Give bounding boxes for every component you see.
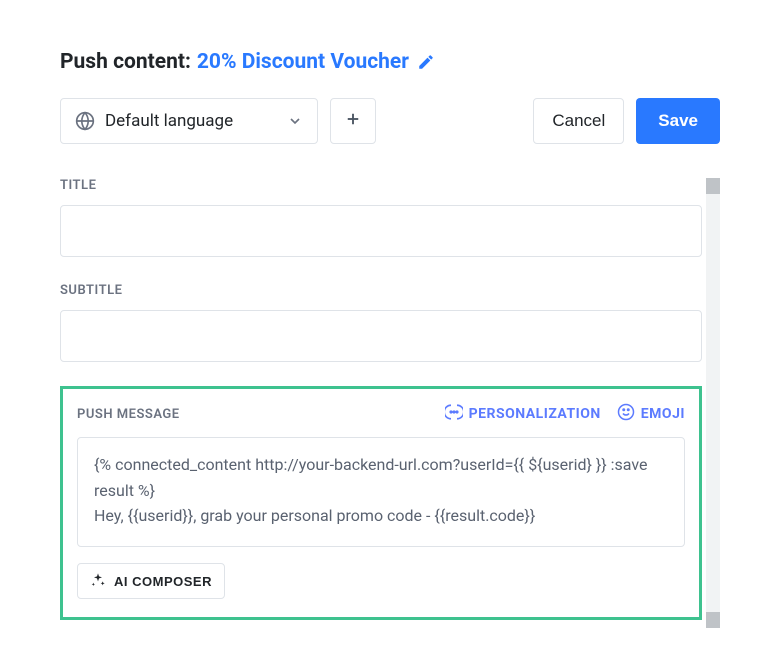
top-action-row: Default language Cancel Save	[60, 98, 720, 144]
emoji-icon	[617, 403, 635, 425]
subtitle-field-group: SUBTITLE	[60, 283, 702, 362]
globe-icon	[75, 111, 95, 131]
ai-composer-button[interactable]: AI COMPOSER	[77, 563, 225, 599]
title-field-group: TITLE	[60, 178, 702, 257]
push-message-section: PUSH MESSAGE PERSONALIZATION EMOJI	[60, 386, 702, 620]
subtitle-label: SUBTITLE	[60, 283, 702, 298]
save-button[interactable]: Save	[636, 98, 720, 144]
title-input[interactable]	[60, 205, 702, 257]
scroll-up-indicator[interactable]	[706, 178, 720, 194]
title-label: TITLE	[60, 178, 702, 193]
language-label: Default language	[105, 111, 233, 131]
scrollbar[interactable]	[706, 178, 720, 628]
personalization-button[interactable]: PERSONALIZATION	[445, 403, 601, 425]
push-message-label: PUSH MESSAGE	[77, 407, 180, 422]
cancel-button[interactable]: Cancel	[533, 98, 624, 144]
form-scroll-area: TITLE SUBTITLE PUSH MESSAGE PERSONALIZAT…	[60, 178, 720, 620]
emoji-button[interactable]: EMOJI	[617, 403, 685, 425]
chevron-down-icon	[287, 113, 303, 129]
ai-composer-label: AI COMPOSER	[114, 574, 212, 589]
ai-composer-icon	[90, 572, 106, 591]
plus-icon	[344, 108, 362, 134]
title-prefix: Push content:	[60, 50, 191, 74]
language-dropdown[interactable]: Default language	[60, 98, 318, 144]
content-name[interactable]: 20% Discount Voucher	[197, 50, 409, 74]
page-title: Push content: 20% Discount Voucher	[60, 50, 720, 74]
subtitle-input[interactable]	[60, 310, 702, 362]
scroll-down-indicator[interactable]	[706, 612, 720, 628]
personalization-label: PERSONALIZATION	[469, 406, 601, 422]
push-message-textarea[interactable]	[77, 437, 685, 547]
emoji-label: EMOJI	[641, 406, 685, 422]
personalization-icon	[445, 403, 463, 425]
add-language-button[interactable]	[330, 98, 376, 144]
edit-icon[interactable]	[417, 53, 435, 71]
